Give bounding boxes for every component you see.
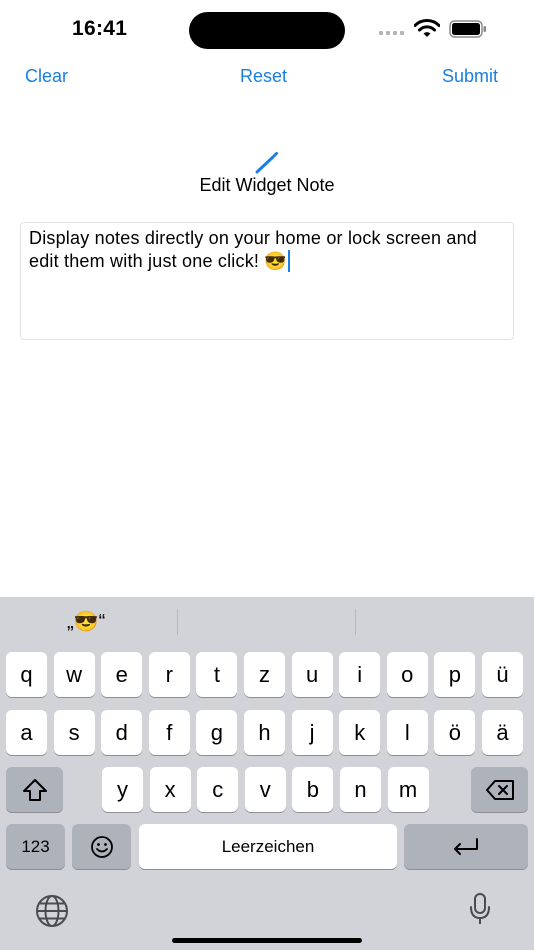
suggestion-divider [355,609,356,635]
key-r[interactable]: r [148,652,190,697]
key-j[interactable]: j [291,710,333,755]
key-u[interactable]: u [291,652,333,697]
key-g[interactable]: g [196,710,238,755]
key-k[interactable]: k [339,710,381,755]
key-f[interactable]: f [148,710,190,755]
home-indicator [172,938,362,943]
key-p[interactable]: p [434,652,476,697]
key-w[interactable]: w [53,652,95,697]
dynamic-island [189,12,345,49]
keyboard: „😎“ qwertzuiopü asdfghjklöä yxcvbnm 123 … [0,597,534,950]
battery-icon [449,20,486,38]
return-key[interactable] [404,824,528,869]
suggestion-divider [177,609,178,635]
key-l[interactable]: l [386,710,428,755]
emoji-key[interactable] [72,824,131,869]
key-v[interactable]: v [244,767,286,812]
key-i[interactable]: i [339,652,381,697]
reset-button[interactable]: Reset [240,66,287,87]
delete-key[interactable] [471,767,528,812]
key-x[interactable]: x [149,767,191,812]
suggestion-bar: „😎“ [0,597,534,647]
space-key[interactable]: Leerzeichen [139,824,397,869]
signal-icon [379,31,404,35]
key-o[interactable]: o [386,652,428,697]
key-ü[interactable]: ü [482,652,523,697]
submit-button[interactable]: Submit [442,66,498,87]
key-s[interactable]: s [53,710,95,755]
key-h[interactable]: h [244,710,285,755]
key-ö[interactable]: ö [434,710,476,755]
page-title: Edit Widget Note [199,175,335,195]
shift-key[interactable] [6,767,63,812]
key-c[interactable]: c [197,767,239,812]
note-text-area[interactable]: Display notes directly on your home or l… [20,222,514,340]
key-t[interactable]: t [196,652,238,697]
key-z[interactable]: z [244,652,285,697]
pencil-icon [255,152,278,174]
key-d[interactable]: d [101,710,143,755]
key-a[interactable]: a [6,710,47,755]
globe-icon[interactable] [35,894,69,928]
key-e[interactable]: e [101,652,143,697]
status-time: 16:41 [72,17,128,40]
status-bar: 16:41 [0,0,534,58]
key-m[interactable]: m [387,767,429,812]
backspace-icon [485,779,514,800]
text-cursor [287,250,290,272]
return-icon [454,837,478,855]
numbers-key[interactable]: 123 [6,824,65,869]
key-y[interactable]: y [102,767,143,812]
key-ä[interactable]: ä [482,710,523,755]
shift-icon [22,778,47,801]
wifi-icon [414,19,440,37]
microphone-icon[interactable] [468,892,492,926]
key-b[interactable]: b [292,767,334,812]
note-text: Display notes directly on your home or l… [29,228,478,271]
clear-button[interactable]: Clear [25,66,68,87]
key-n[interactable]: n [340,767,381,812]
emoji-icon [90,835,113,858]
suggestion-item[interactable]: „😎“ [67,609,105,634]
key-q[interactable]: q [6,652,47,697]
